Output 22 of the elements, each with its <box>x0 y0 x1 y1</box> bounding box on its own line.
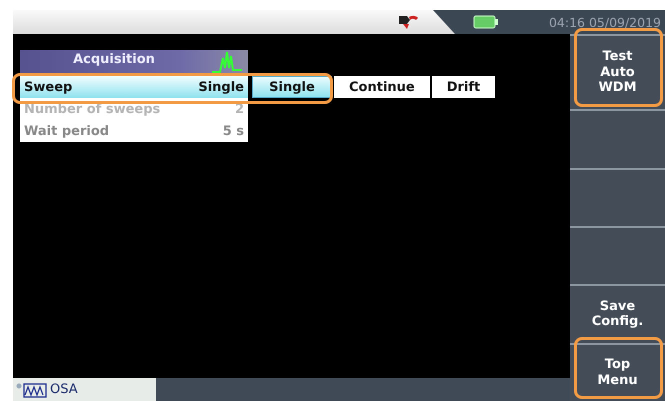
logo-icon <box>396 14 419 30</box>
soft-key[interactable]: Test Auto WDM <box>570 34 665 110</box>
option-button[interactable]: Drift <box>432 76 496 98</box>
key-label: Top Menu <box>597 357 638 388</box>
key-label: Test Auto WDM <box>598 49 637 96</box>
option-button[interactable]: Single <box>252 76 332 98</box>
taskbar-tab[interactable]: OSA <box>13 378 156 401</box>
waveform-icon <box>210 50 244 74</box>
menu-row[interactable]: Sweep Single <box>20 76 248 98</box>
battery-icon <box>472 15 499 29</box>
row-value: Single <box>198 80 244 94</box>
soft-key[interactable]: Top Menu <box>570 342 665 401</box>
row-label: Wait period <box>24 124 110 138</box>
menu-title: Acquisition <box>73 51 155 67</box>
tab-label: OSA <box>50 382 78 397</box>
row-value: 5 s <box>222 124 244 138</box>
key-label: Save Config. <box>592 298 644 330</box>
option-button[interactable]: Continue <box>334 76 430 98</box>
waveform-icon <box>16 382 48 398</box>
row-label: Sweep <box>24 80 72 94</box>
date-time: 04:16 05/09/2019 <box>548 14 661 30</box>
soft-key[interactable]: Save Config. <box>570 284 665 343</box>
